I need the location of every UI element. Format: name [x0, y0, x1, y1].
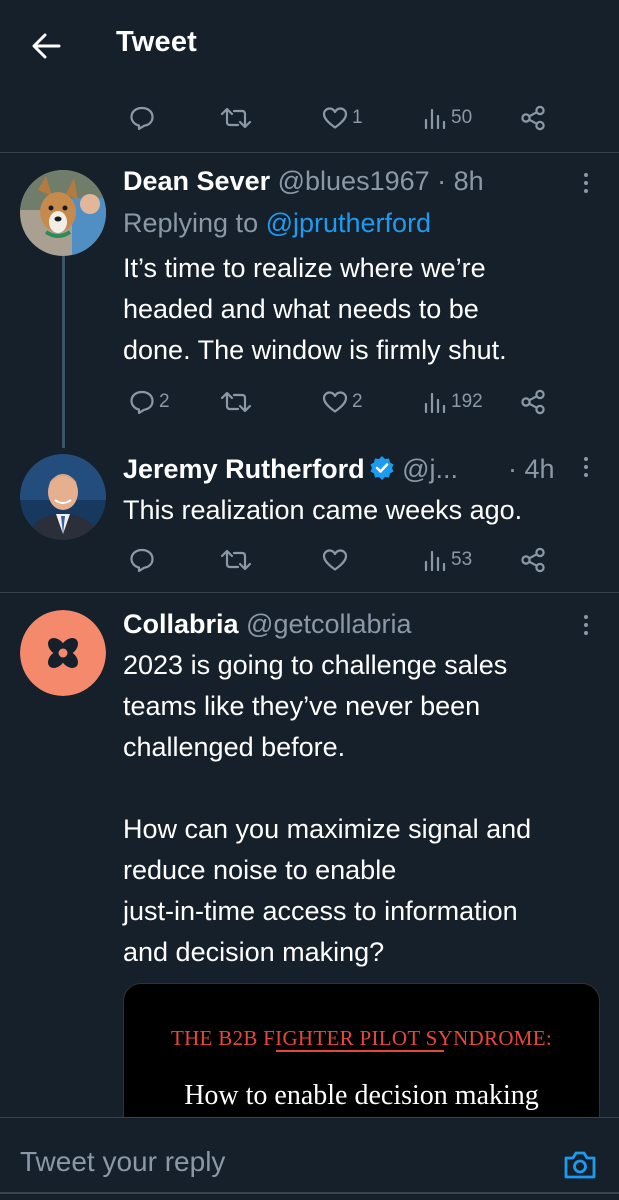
media-underline: [276, 1050, 444, 1052]
share-button[interactable]: [520, 382, 546, 422]
views-count: 50: [451, 107, 473, 128]
top-bar: Tweet: [0, 0, 619, 92]
more-dot-icon: [584, 173, 588, 177]
reply-icon: [130, 106, 154, 131]
more-dot-icon: [584, 623, 588, 627]
retweet-button[interactable]: [220, 98, 256, 138]
more-options-button[interactable]: [578, 610, 594, 640]
tweet-text: 2023 is going to challenge sales teams l…: [123, 650, 532, 967]
avatar-image: [20, 454, 106, 540]
parent-tweet-actions: 1 50: [123, 98, 553, 138]
author-handle[interactable]: @blues1967: [278, 166, 430, 196]
media-title: THE B2B FIGHTER PILOT SYNDROME:: [170, 1026, 553, 1050]
author-name[interactable]: Dean Sever: [123, 166, 270, 196]
more-dot-icon: [584, 457, 588, 461]
heart-icon: [322, 391, 348, 413]
more-dot-icon: [584, 631, 588, 635]
tweet-header: Dean Sever @blues1967 · 8h: [123, 164, 484, 198]
arrow-left-icon: [32, 33, 61, 59]
mention-link[interactable]: @jprutherford: [266, 208, 431, 238]
share-button[interactable]: [520, 98, 546, 138]
verified-badge-icon: [370, 456, 394, 480]
like-button[interactable]: [322, 540, 352, 580]
back-button[interactable]: [26, 28, 66, 64]
more-options-button[interactable]: [578, 168, 594, 198]
more-dot-icon: [584, 189, 588, 193]
views-count: 192: [451, 391, 483, 412]
tweet-actions: 53: [123, 540, 553, 580]
like-count: 1: [352, 107, 363, 128]
reply-button[interactable]: [129, 540, 159, 580]
views-button[interactable]: 192: [423, 382, 483, 422]
reply-button[interactable]: [129, 98, 159, 138]
views-count: 53: [451, 549, 473, 570]
reply-input[interactable]: [20, 1142, 540, 1182]
tweet-time-wrap: · 4h: [508, 452, 555, 486]
heart-icon: [322, 107, 348, 129]
like-button[interactable]: 2: [322, 382, 363, 422]
tweet-time: · 4h: [508, 454, 555, 484]
share-button[interactable]: [520, 540, 546, 580]
camera-icon: [564, 1151, 596, 1179]
avatar[interactable]: [20, 170, 106, 256]
author-name[interactable]: Jeremy Rutherford: [123, 454, 365, 484]
avatar[interactable]: [20, 610, 106, 696]
tweet-actions: 2 2 192: [123, 382, 553, 422]
retweet-button[interactable]: [220, 382, 256, 422]
bottom-divider: [0, 1192, 619, 1194]
views-button[interactable]: 53: [423, 540, 472, 580]
views-icon: [424, 108, 446, 130]
like-button[interactable]: 1: [322, 98, 363, 138]
tweet-text: It’s time to realize where we’re headed …: [123, 253, 507, 365]
avatar-image: [20, 170, 106, 256]
reply-composer: [0, 1117, 619, 1200]
replying-to: Replying to @jprutherford: [123, 206, 431, 240]
more-dot-icon: [584, 181, 588, 185]
more-dot-icon: [584, 465, 588, 469]
heart-icon: [322, 549, 348, 571]
retweet-icon: [220, 549, 252, 571]
page-title: Tweet: [116, 26, 198, 58]
tweet-text: This realization came weeks ago.: [123, 495, 523, 525]
views-button[interactable]: 50: [423, 98, 472, 138]
author-handle[interactable]: @j...: [402, 454, 458, 484]
more-dot-icon: [584, 615, 588, 619]
retweet-icon: [220, 391, 252, 413]
tweet-time: · 8h: [437, 166, 484, 196]
share-icon: [521, 547, 545, 573]
reply-count: 2: [159, 391, 170, 412]
divider: [0, 592, 619, 593]
author-name[interactable]: Collabria: [123, 609, 239, 639]
reply-icon: [130, 390, 154, 415]
share-icon: [521, 389, 545, 415]
author-handle[interactable]: @getcollabria: [246, 609, 412, 639]
retweet-icon: [220, 107, 252, 129]
media-subtitle: How to enable decision making: [184, 1080, 539, 1111]
views-icon: [424, 550, 446, 572]
views-icon: [424, 392, 446, 414]
reply-button[interactable]: 2: [129, 382, 170, 422]
retweet-button[interactable]: [220, 540, 256, 580]
like-count: 2: [352, 391, 363, 412]
replying-label: Replying to: [123, 208, 266, 238]
more-dot-icon: [584, 473, 588, 477]
share-icon: [521, 105, 545, 131]
thread-line: [62, 256, 65, 448]
collabria-logo-icon: [20, 610, 106, 696]
reply-icon: [130, 548, 154, 573]
tweet-header: Collabria @getcollabria: [123, 607, 412, 641]
divider: [0, 152, 619, 153]
tweet-header: Jeremy Rutherford @j...: [123, 452, 458, 486]
camera-button[interactable]: [562, 1147, 598, 1183]
more-options-button[interactable]: [578, 452, 594, 482]
avatar[interactable]: [20, 454, 106, 540]
